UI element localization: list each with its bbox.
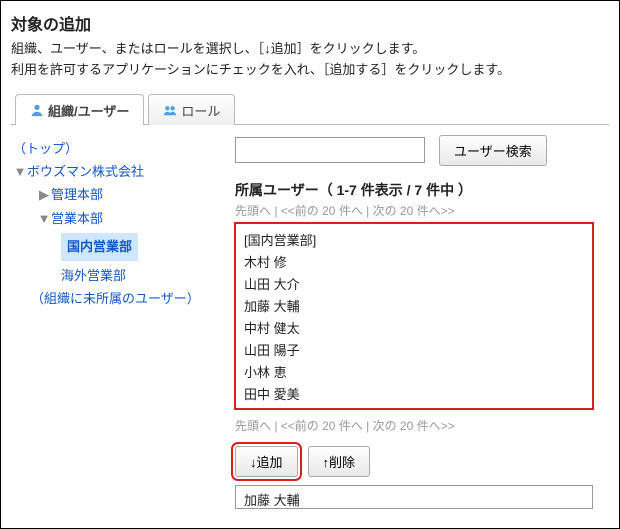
list-item[interactable]: [国内営業部] — [244, 230, 584, 252]
added-listbox[interactable]: 加藤 大輔 — [235, 485, 593, 509]
list-item[interactable]: 加藤 大輔 — [244, 490, 584, 509]
tab-role[interactable]: ロール — [148, 94, 235, 125]
tab-org-user[interactable]: 組織/ユーザー — [15, 94, 144, 125]
list-item[interactable]: 山田 陽子 — [244, 340, 584, 362]
list-item[interactable]: 田中 愛美 — [244, 384, 584, 406]
list-item[interactable]: 小林 恵 — [244, 362, 584, 384]
tree-admin[interactable]: 管理本部 — [51, 183, 103, 206]
tab-bar: 組織/ユーザー ロール — [11, 93, 609, 125]
list-item[interactable]: 山田 大介 — [244, 274, 584, 296]
tab-role-label: ロール — [181, 101, 220, 120]
pager-bottom: 先頭へ | <<前の 20 件へ | 次の 20 件へ>> — [235, 417, 609, 434]
tree-sales[interactable]: 営業本部 — [51, 207, 103, 230]
group-icon — [163, 103, 177, 117]
tab-org-user-label: 組織/ユーザー — [48, 101, 129, 120]
collapse-icon[interactable]: ▼ — [37, 207, 51, 230]
search-button[interactable]: ユーザー検索 — [439, 135, 547, 166]
expand-icon[interactable]: ▶ — [37, 183, 51, 206]
page-title: 対象の追加 — [11, 11, 609, 35]
dialog-add-target: 対象の追加 組織、ユーザー、またはロールを選択し、［↓追加］をクリックします。 … — [0, 0, 620, 529]
pager-top: 先頭へ | <<前の 20 件へ | 次の 20 件へ>> — [235, 202, 609, 219]
search-input[interactable] — [235, 137, 425, 163]
user-list-heading: 所属ユーザー（ 1-7 件表示 / 7 件中 ） — [235, 180, 609, 200]
add-button[interactable]: ↓追加 — [235, 446, 298, 477]
list-item[interactable]: 加藤 大輔 — [244, 296, 584, 318]
tree-top[interactable]: （トップ） — [13, 137, 78, 160]
list-item[interactable]: 中村 健太 — [244, 318, 584, 340]
tree-overseas[interactable]: 海外営業部 — [61, 264, 126, 287]
tree-unassigned[interactable]: （組織に未所属のユーザー） — [31, 287, 200, 310]
collapse-icon[interactable]: ▼ — [13, 160, 27, 183]
page-description: 組織、ユーザー、またはロールを選択し、［↓追加］をクリックします。 利用を許可す… — [11, 39, 609, 81]
tree-domestic-selected[interactable]: 国内営業部 — [61, 233, 138, 260]
user-listbox[interactable]: [国内営業部] 木村 修 山田 大介 加藤 大輔 中村 健太 山田 陽子 小林 … — [235, 223, 593, 409]
tree-company[interactable]: ボウズマン株式会社 — [27, 160, 144, 183]
remove-button[interactable]: ↑削除 — [308, 446, 371, 477]
org-tree: （トップ） ▼ボウズマン株式会社 ▶管理本部 ▼営業本部 国内営業部 海外営業部… — [11, 131, 221, 509]
user-icon — [30, 103, 44, 117]
list-item[interactable]: 木村 修 — [244, 252, 584, 274]
